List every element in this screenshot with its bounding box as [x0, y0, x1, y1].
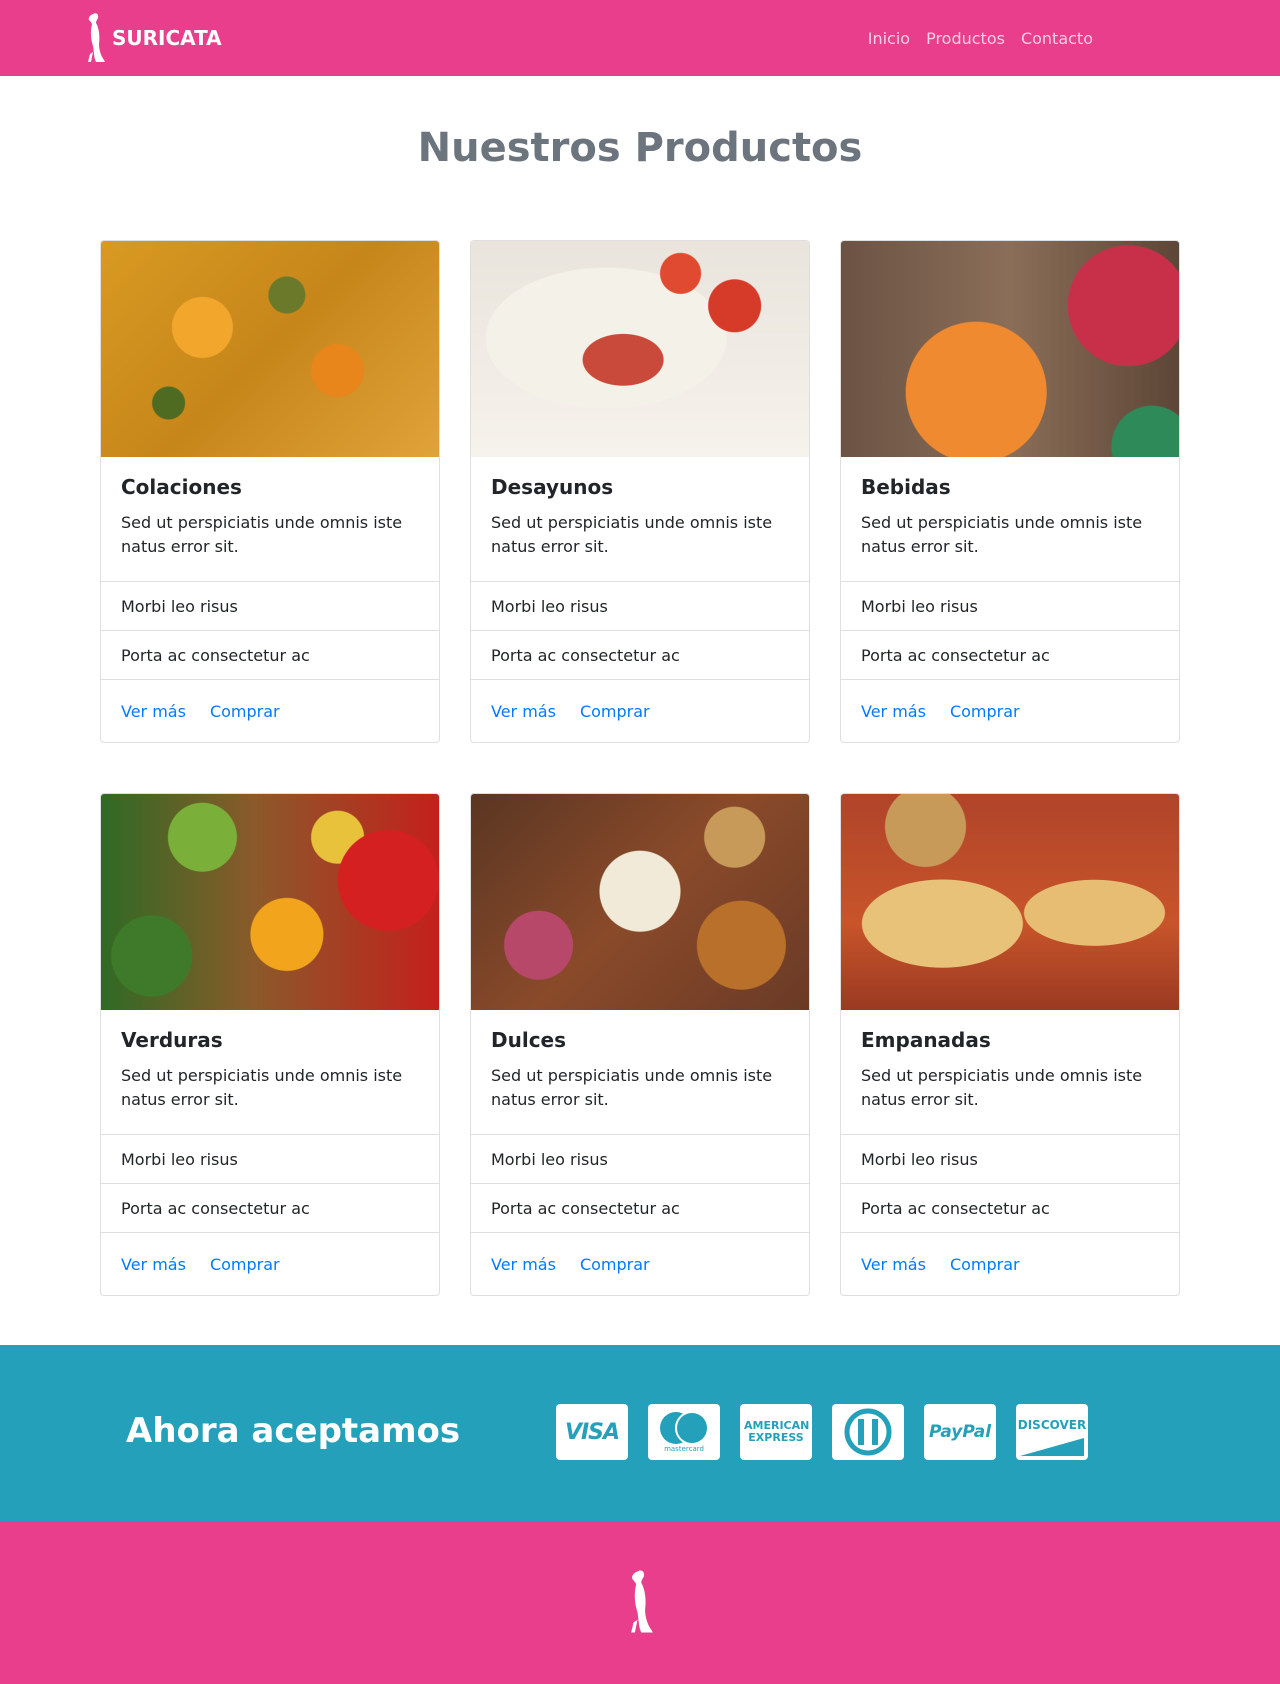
- nav-links: Inicio Productos Contacto: [868, 29, 1093, 48]
- list-item: Porta ac consectetur ac: [101, 1184, 439, 1233]
- list-item: Porta ac consectetur ac: [841, 1184, 1179, 1233]
- ver-mas-link[interactable]: Ver más: [121, 702, 186, 721]
- list-item: Morbi leo risus: [101, 582, 439, 631]
- product-card-bebidas: Bebidas Sed ut perspiciatis unde omnis i…: [840, 240, 1180, 743]
- comprar-link[interactable]: Comprar: [950, 702, 1020, 721]
- card-title: Desayunos: [491, 475, 614, 499]
- ver-mas-link[interactable]: Ver más: [861, 1255, 926, 1274]
- ver-mas-link[interactable]: Ver más: [491, 702, 556, 721]
- card-links: Ver más Comprar: [101, 680, 439, 742]
- payments-section: Ahora aceptamos VISA mastercard AMERICAN…: [0, 1345, 1280, 1521]
- list-item: Porta ac consectetur ac: [471, 1184, 809, 1233]
- payments-heading: Ahora aceptamos: [126, 1411, 461, 1451]
- card-body: Verduras Sed ut perspiciatis unde omnis …: [101, 1010, 439, 1135]
- card-title: Dulces: [491, 1028, 567, 1052]
- list-item: Porta ac consectetur ac: [101, 631, 439, 680]
- visa-icon: VISA: [556, 1404, 628, 1460]
- sweets-photo: [471, 794, 809, 1010]
- card-text: Sed ut perspiciatis unde omnis iste natu…: [861, 1066, 1143, 1109]
- card-title: Bebidas: [861, 475, 951, 499]
- list-item: Porta ac consectetur ac: [471, 631, 809, 680]
- card-body: Colaciones Sed ut perspiciatis unde omni…: [101, 457, 439, 582]
- footer: [0, 1521, 1280, 1684]
- list-item: Morbi leo risus: [101, 1135, 439, 1184]
- card-links: Ver más Comprar: [841, 680, 1179, 742]
- nav-item-contacto[interactable]: Contacto: [1021, 29, 1093, 48]
- nav-item-inicio[interactable]: Inicio: [868, 29, 910, 48]
- card-body: Desayunos Sed ut perspiciatis unde omnis…: [471, 457, 809, 582]
- page-title: Nuestros Productos: [417, 125, 863, 171]
- list-item: Porta ac consectetur ac: [841, 631, 1179, 680]
- drinks-photo: [841, 241, 1179, 457]
- product-card-dulces: Dulces Sed ut perspiciatis unde omnis is…: [470, 793, 810, 1296]
- discover-icon: DISCOVER: [1016, 1404, 1088, 1460]
- card-links: Ver más Comprar: [841, 1233, 1179, 1295]
- paypal-icon: PayPal: [924, 1404, 996, 1460]
- list-item: Morbi leo risus: [471, 1135, 809, 1184]
- mastercard-icon: mastercard: [648, 1404, 720, 1460]
- payment-methods: VISA mastercard AMERICAN EXPRESS PayPal …: [556, 1404, 1088, 1460]
- ver-mas-link[interactable]: Ver más: [121, 1255, 186, 1274]
- diners-icon: [832, 1404, 904, 1460]
- card-links: Ver más Comprar: [471, 680, 809, 742]
- list-item: Morbi leo risus: [841, 582, 1179, 631]
- card-text: Sed ut perspiciatis unde omnis iste natu…: [491, 513, 773, 556]
- comprar-link[interactable]: Comprar: [580, 1255, 650, 1274]
- meerkat-icon: [631, 1570, 653, 1633]
- card-links: Ver más Comprar: [471, 1233, 809, 1295]
- comprar-link[interactable]: Comprar: [210, 1255, 280, 1274]
- brand-name: SURICATA: [112, 26, 222, 50]
- card-text: Sed ut perspiciatis unde omnis iste natu…: [491, 1066, 773, 1109]
- comprar-link[interactable]: Comprar: [580, 702, 650, 721]
- product-card-colaciones: Colaciones Sed ut perspiciatis unde omni…: [100, 240, 440, 743]
- card-text: Sed ut perspiciatis unde omnis iste natu…: [861, 513, 1143, 556]
- mastercard-circles: [660, 1411, 709, 1445]
- navbar: SURICATA Inicio Productos Contacto: [0, 0, 1280, 76]
- product-card-desayunos: Desayunos Sed ut perspiciatis unde omnis…: [470, 240, 810, 743]
- card-title: Empanadas: [861, 1028, 991, 1052]
- card-title: Verduras: [121, 1028, 223, 1052]
- comprar-link[interactable]: Comprar: [950, 1255, 1020, 1274]
- stew-photo: [101, 241, 439, 457]
- list-item: Morbi leo risus: [471, 582, 809, 631]
- vegetables-photo: [101, 794, 439, 1010]
- card-body: Bebidas Sed ut perspiciatis unde omnis i…: [841, 457, 1179, 582]
- amex-icon: AMERICAN EXPRESS: [740, 1404, 812, 1460]
- ver-mas-link[interactable]: Ver más: [861, 702, 926, 721]
- brand-link[interactable]: SURICATA: [84, 12, 222, 64]
- list-item: Morbi leo risus: [841, 1135, 1179, 1184]
- card-text: Sed ut perspiciatis unde omnis iste natu…: [121, 1066, 403, 1109]
- nav-item-productos[interactable]: Productos: [926, 29, 1005, 48]
- comprar-link[interactable]: Comprar: [210, 702, 280, 721]
- card-text: Sed ut perspiciatis unde omnis iste natu…: [121, 513, 403, 556]
- card-body: Dulces Sed ut perspiciatis unde omnis is…: [471, 1010, 809, 1135]
- empanadas-photo: [841, 794, 1179, 1010]
- sandwich-photo: [471, 241, 809, 457]
- card-title: Colaciones: [121, 475, 242, 499]
- meerkat-icon: [88, 13, 105, 63]
- ver-mas-link[interactable]: Ver más: [491, 1255, 556, 1274]
- card-links: Ver más Comprar: [101, 1233, 439, 1295]
- product-card-empanadas: Empanadas Sed ut perspiciatis unde omnis…: [840, 793, 1180, 1296]
- card-body: Empanadas Sed ut perspiciatis unde omnis…: [841, 1010, 1179, 1135]
- product-card-verduras: Verduras Sed ut perspiciatis unde omnis …: [100, 793, 440, 1296]
